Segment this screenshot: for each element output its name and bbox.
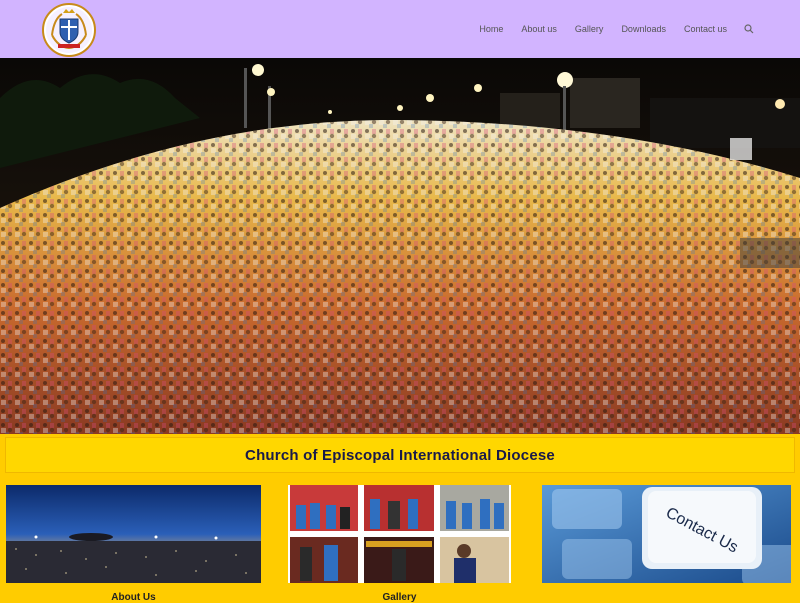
title-bar: Church of Episcopal International Dioces… bbox=[5, 437, 795, 473]
crest-icon bbox=[46, 7, 92, 53]
about-us-card-image[interactable] bbox=[6, 485, 261, 583]
main-nav: Home About us Gallery Downloads Contact … bbox=[470, 0, 760, 58]
contact-keyboard-photo: Contact Us bbox=[542, 485, 791, 583]
logo[interactable] bbox=[42, 3, 96, 57]
contact-us-card-image[interactable]: Contact Us bbox=[542, 485, 791, 583]
stadium-photo bbox=[6, 485, 261, 583]
nav-contact-us[interactable]: Contact us bbox=[675, 24, 736, 34]
gallery-label[interactable]: Gallery bbox=[288, 592, 511, 603]
nav-gallery[interactable]: Gallery bbox=[566, 24, 613, 34]
nav-home[interactable]: Home bbox=[470, 24, 512, 34]
nav-about-us[interactable]: About us bbox=[512, 24, 566, 34]
photo-grid bbox=[288, 485, 511, 583]
crowd-photo bbox=[0, 58, 800, 434]
gallery-card-image[interactable] bbox=[288, 485, 511, 583]
hero-crowd-photo bbox=[0, 58, 800, 434]
site-header: Home About us Gallery Downloads Contact … bbox=[0, 0, 800, 58]
nav-downloads[interactable]: Downloads bbox=[612, 24, 675, 34]
site-title: Church of Episcopal International Dioces… bbox=[245, 446, 555, 464]
search-icon[interactable] bbox=[738, 18, 760, 40]
about-us-label[interactable]: About Us bbox=[6, 592, 261, 603]
